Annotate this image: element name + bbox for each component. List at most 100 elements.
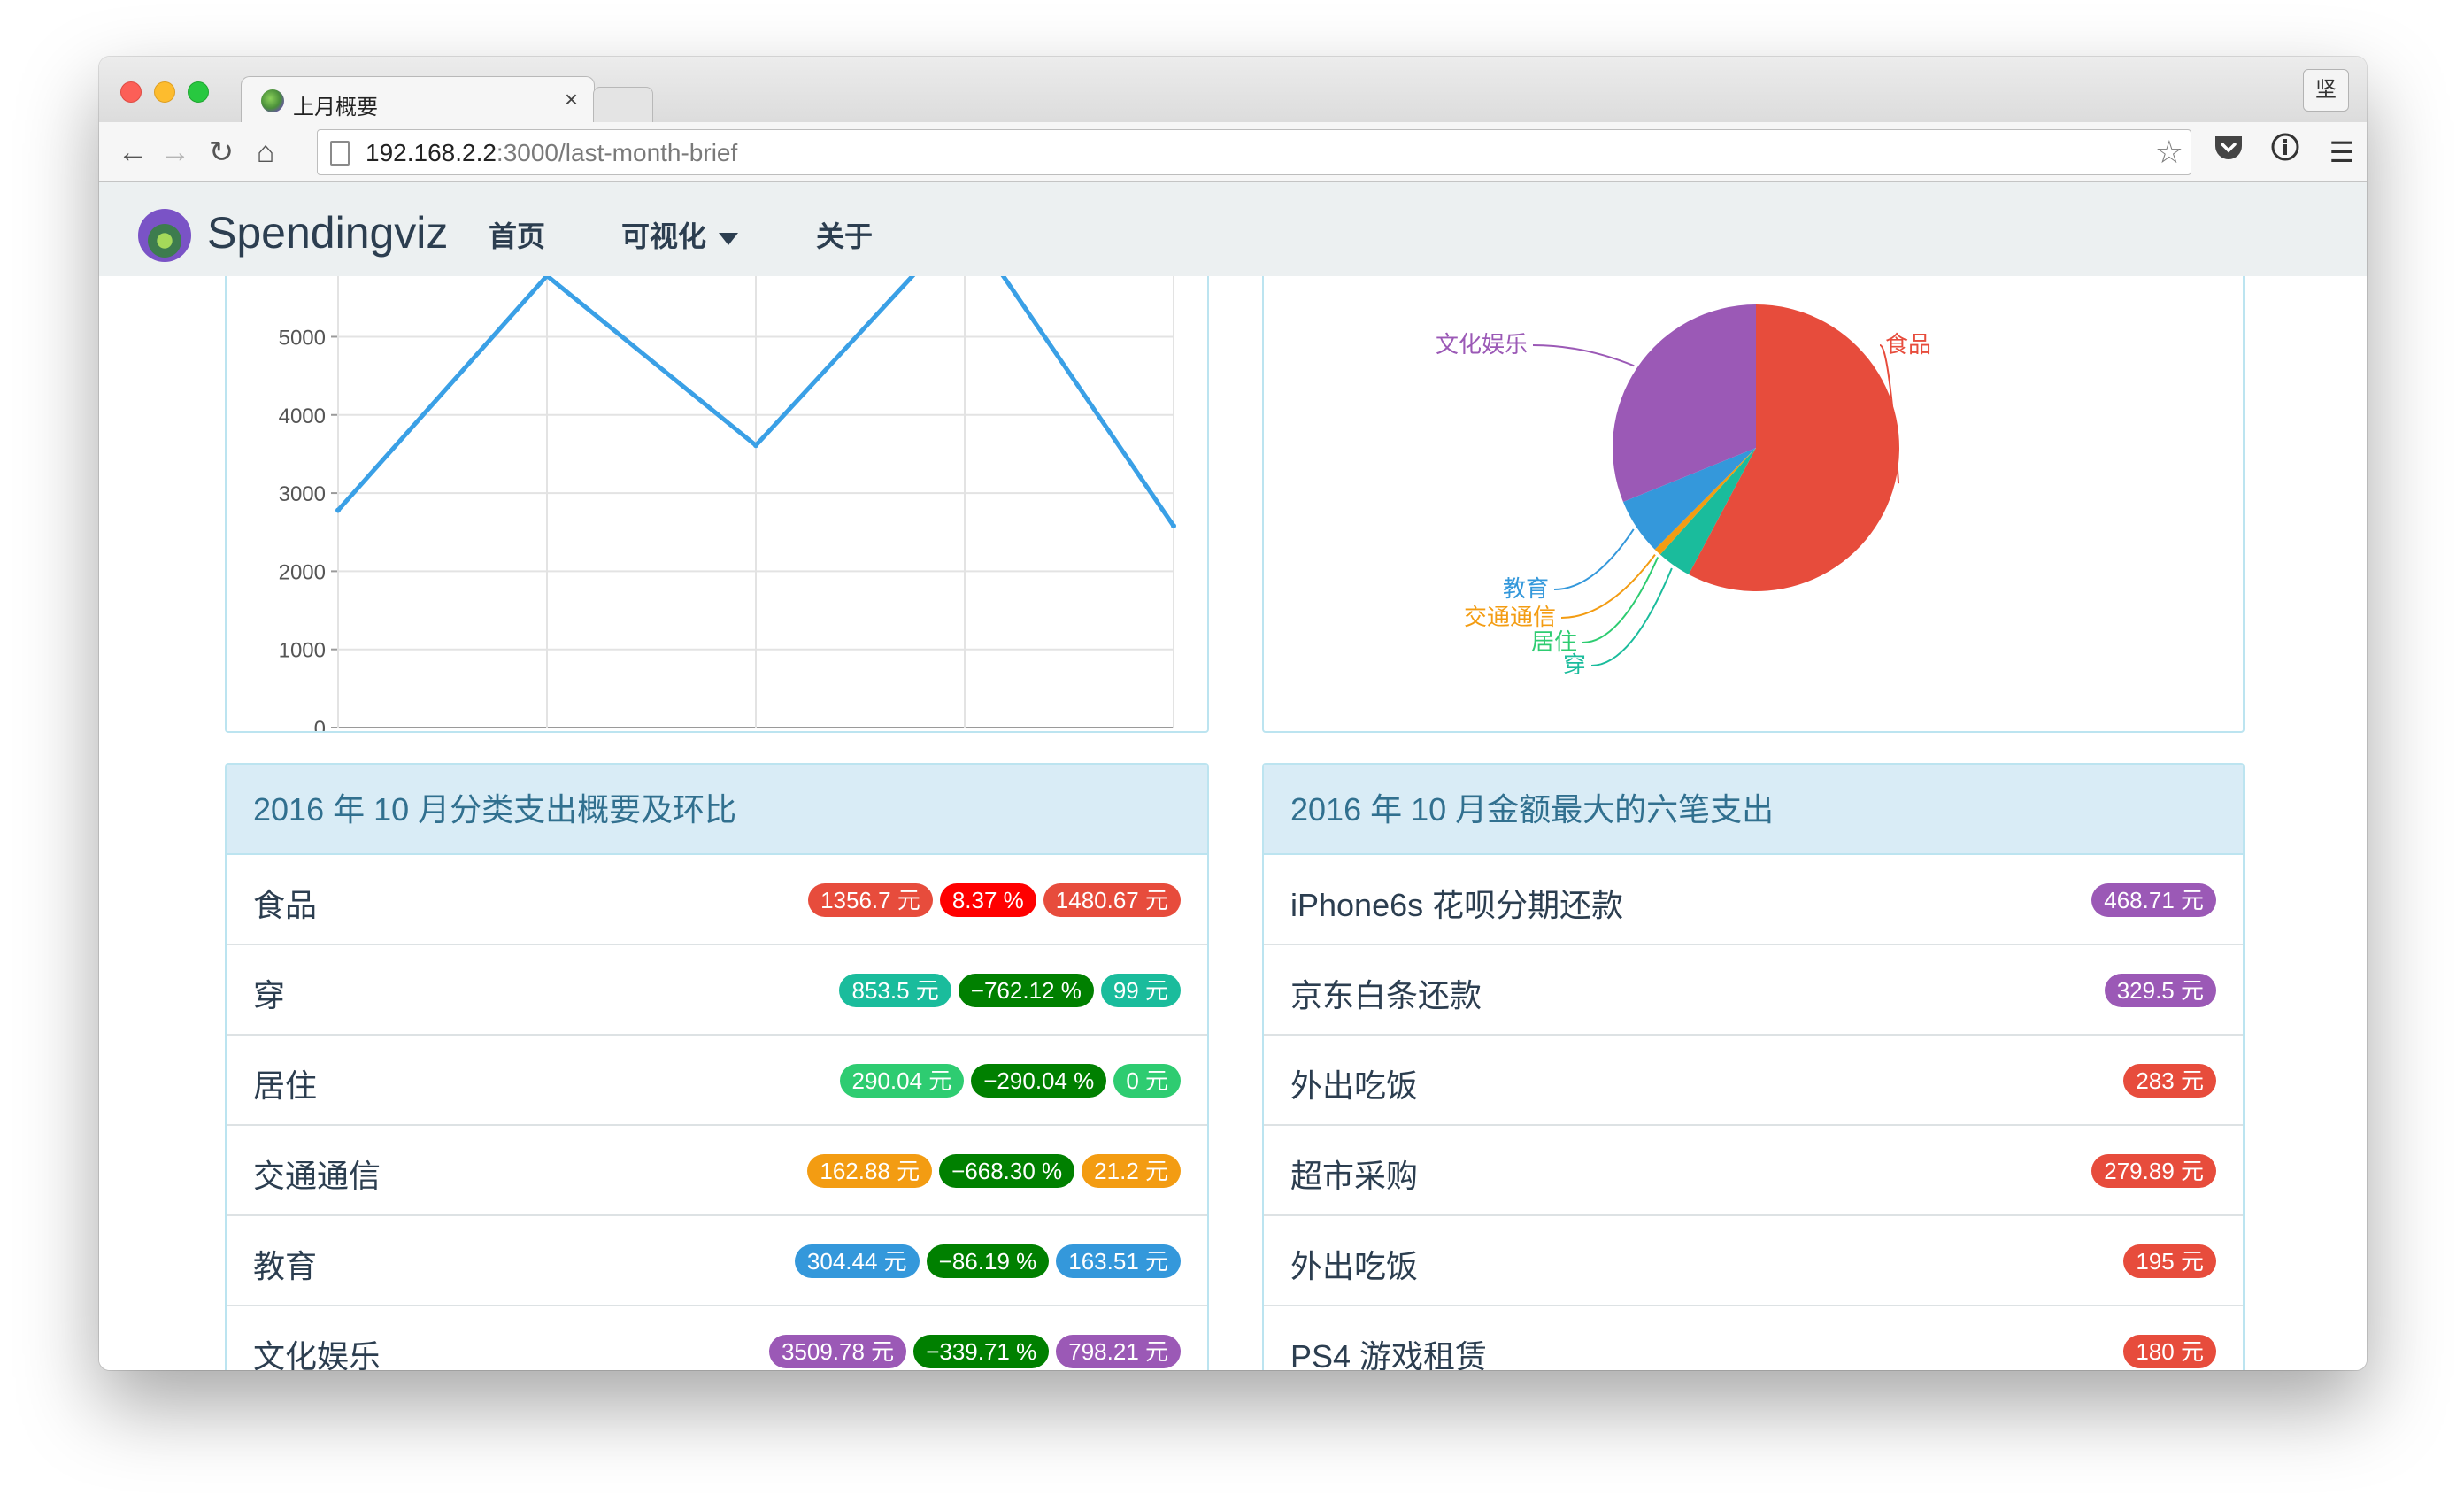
badge-group: 304.44 元 −86.19 % 163.51 元 — [794, 1244, 1181, 1278]
amount-badge: 162.88 元 — [807, 1154, 933, 1188]
pie-label: 交通通信 — [1464, 604, 1556, 630]
pie-label: 文化娱乐 — [1436, 331, 1528, 358]
nav-link-home[interactable]: 首页 — [489, 214, 545, 255]
brand-logo-icon[interactable] — [138, 209, 191, 262]
badge-group: 3509.78 元 −339.71 % 798.21 元 — [768, 1335, 1181, 1368]
list-item: iPhone6s 花呗分期还款 468.71 元 — [1264, 855, 2243, 945]
amount-badge: −290.04 % — [971, 1064, 1107, 1098]
amount-badge: 283 元 — [2123, 1064, 2216, 1098]
expense-label: iPhone6s 花呗分期还款 — [1290, 887, 1624, 923]
amount-badge: 279.89 元 — [2091, 1154, 2216, 1188]
category-label: 居住 — [253, 1067, 318, 1104]
new-tab-button[interactable] — [593, 87, 653, 122]
page-viewport: Spendingviz 首页 可视化 关于 0 1000 2000 3000 4000 5… — [99, 182, 2367, 1370]
line-point[interactable] — [1171, 523, 1176, 529]
list-item: 超市采购 279.89 元 — [1264, 1126, 2243, 1216]
forward-arrow-icon[interactable]: → — [158, 131, 193, 173]
badge-group: 853.5 元 −762.12 % 99 元 — [839, 974, 1181, 1007]
site-navbar: Spendingviz 首页 可视化 关于 — [99, 182, 2367, 276]
line-point[interactable] — [753, 443, 758, 449]
amount-badge: 468.71 元 — [2091, 883, 2216, 917]
pie-label-line — [1532, 344, 1635, 367]
list-item: 外出吃饭 195 元 — [1264, 1216, 2243, 1306]
pie-label: 穿 — [1563, 651, 1586, 678]
badge-group: 195 元 — [2123, 1244, 2216, 1278]
badge-group: 290.04 元 −290.04 % 0 元 — [839, 1064, 1181, 1098]
info-icon[interactable] — [2264, 131, 2306, 173]
category-label: 食品 — [253, 887, 318, 923]
pocket-icon[interactable] — [2207, 131, 2250, 173]
category-summary-title: 2016 年 10 月分类支出概要及环比 — [227, 765, 1207, 855]
amount-badge: −339.71 % — [913, 1335, 1050, 1368]
pie-label-line — [1582, 557, 1659, 643]
amount-badge: 8.37 % — [939, 883, 1036, 917]
minimize-window-button[interactable] — [154, 81, 175, 103]
amount-badge: 853.5 元 — [839, 974, 951, 1007]
maximize-window-button[interactable] — [188, 81, 209, 103]
category-list: 食品 1356.7 元 8.37 % 1480.67 元穿 853.5 元 −762.12… — [227, 855, 1207, 1370]
amount-badge: −762.12 % — [958, 974, 1094, 1007]
top-expenses-title: 2016 年 10 月金额最大的六笔支出 — [1264, 765, 2243, 855]
amount-badge: 195 元 — [2123, 1244, 2216, 1278]
amount-badge: 163.51 元 — [1056, 1244, 1181, 1278]
badge-group: 329.5 元 — [2104, 974, 2216, 1007]
url-text[interactable]: 192.168.2.2:3000/last-month-brief — [366, 139, 737, 167]
category-label: 交通通信 — [253, 1158, 381, 1194]
extension-button[interactable]: 坚 — [2303, 69, 2349, 112]
browser-window: 上月概要 × 坚 ← → ↻ ⌂ 192.168.2.2:3000/last-m… — [99, 57, 2367, 1370]
bookmark-star-icon[interactable]: ☆ — [2155, 134, 2183, 171]
y-tick-label: 2000 — [279, 560, 326, 584]
expense-label: 京东白条还款 — [1290, 977, 1482, 1013]
amount-badge: 21.2 元 — [1082, 1154, 1181, 1188]
amount-badge: 798.21 元 — [1056, 1335, 1181, 1368]
category-summary-panel: 2016 年 10 月分类支出概要及环比 食品 1356.7 元 8.37 % 148… — [225, 763, 1209, 1370]
amount-badge: 1480.67 元 — [1043, 883, 1181, 917]
badge-group: 468.71 元 — [2091, 883, 2216, 917]
brand-name[interactable]: Spendingviz — [207, 207, 448, 258]
tab-close-icon[interactable]: × — [565, 86, 578, 113]
y-tick-label: 5000 — [279, 326, 326, 350]
expense-label: 超市采购 — [1290, 1158, 1419, 1194]
nav-link-visualize[interactable]: 可视化 — [621, 214, 739, 255]
category-label: 穿 — [253, 977, 286, 1013]
top-expenses-panel: 2016 年 10 月金额最大的六笔支出 iPhone6s 花呗分期还款 468.… — [1262, 763, 2245, 1370]
y-tick-label: 1000 — [279, 639, 326, 663]
list-item: 食品 1356.7 元 8.37 % 1480.67 元 — [227, 855, 1207, 945]
amount-badge: 99 元 — [1100, 974, 1181, 1007]
top-expenses-list: iPhone6s 花呗分期还款 468.71 元京东白条还款 329.5 元外出吃饭… — [1264, 855, 2243, 1370]
amount-badge: 1356.7 元 — [808, 883, 933, 917]
list-item: 居住 290.04 元 −290.04 % 0 元 — [227, 1036, 1207, 1126]
pie-label: 教育 — [1503, 575, 1549, 602]
amount-badge: 180 元 — [2123, 1335, 2216, 1368]
line-point[interactable] — [335, 507, 341, 513]
browser-tab[interactable]: 上月概要 × — [241, 76, 595, 124]
expense-label: PS4 游戏租赁 — [1290, 1338, 1488, 1370]
expense-label: 外出吃饭 — [1290, 1067, 1419, 1104]
pie-label: 居住 — [1531, 628, 1577, 655]
chevron-down-icon — [719, 232, 739, 245]
amount-badge: 290.04 元 — [839, 1064, 965, 1098]
expense-label: 外出吃饭 — [1290, 1248, 1419, 1284]
home-icon[interactable]: ⌂ — [248, 131, 283, 173]
tab-title: 上月概要 — [293, 96, 378, 119]
badge-group: 162.88 元 −668.30 % 21.2 元 — [807, 1154, 1181, 1188]
back-arrow-icon[interactable]: ← — [115, 131, 150, 173]
title-bar: 上月概要 × 坚 — [99, 57, 2367, 124]
list-item: PS4 游戏租赁 180 元 — [1264, 1306, 2243, 1370]
badge-group: 180 元 — [2123, 1335, 2216, 1368]
favicon-icon — [261, 89, 284, 112]
amount-badge: 304.44 元 — [794, 1244, 920, 1278]
reload-icon[interactable]: ↻ — [204, 131, 239, 173]
list-item: 交通通信 162.88 元 −668.30 % 21.2 元 — [227, 1126, 1207, 1216]
badge-group: 279.89 元 — [2091, 1154, 2216, 1188]
menu-icon[interactable]: ☰ — [2321, 131, 2363, 173]
nav-link-about[interactable]: 关于 — [816, 214, 873, 255]
y-tick-label: 0 — [314, 717, 326, 731]
address-bar[interactable]: 192.168.2.2:3000/last-month-brief ☆ — [317, 129, 2191, 175]
list-item: 外出吃饭 283 元 — [1264, 1036, 2243, 1126]
page-icon — [330, 141, 350, 166]
close-window-button[interactable] — [120, 81, 142, 103]
amount-badge: −668.30 % — [939, 1154, 1075, 1188]
category-label: 教育 — [253, 1248, 318, 1284]
amount-badge: 329.5 元 — [2104, 974, 2216, 1007]
